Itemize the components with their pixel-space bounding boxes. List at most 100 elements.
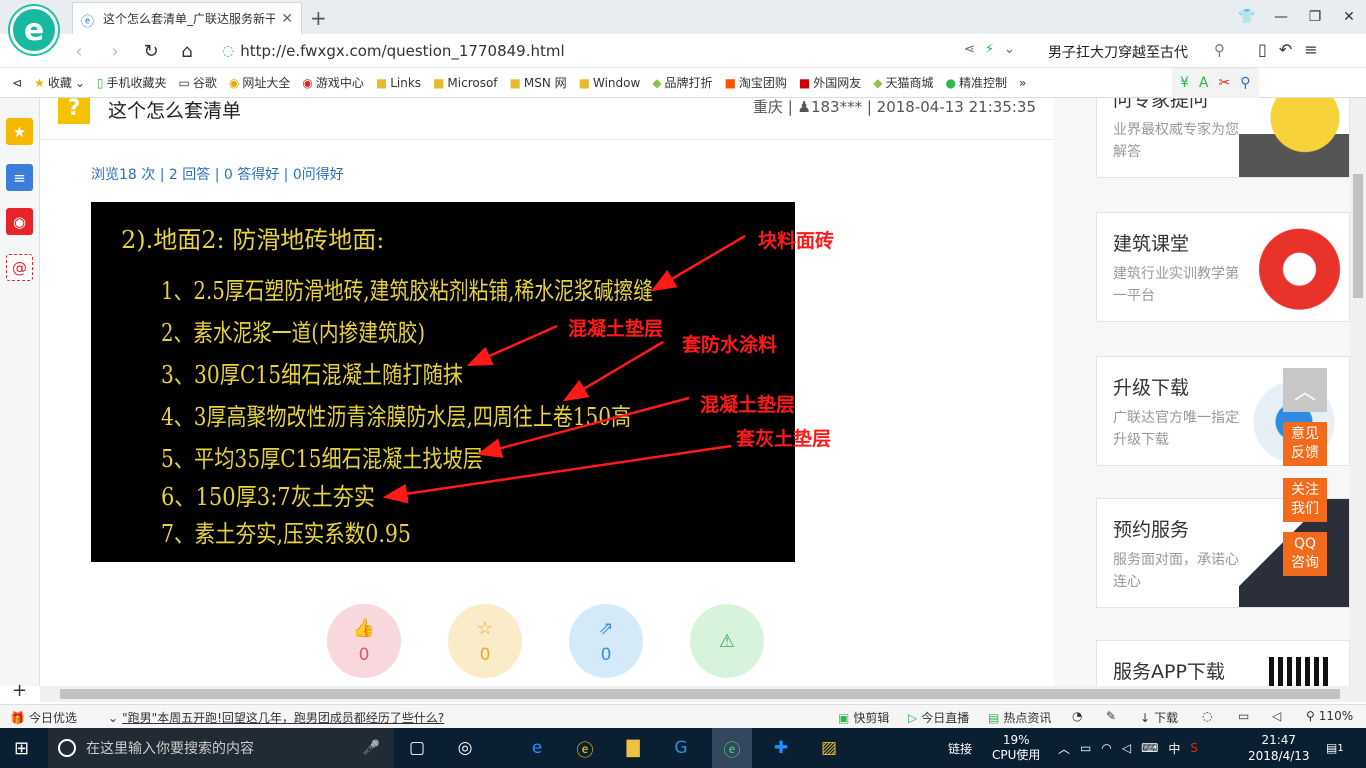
bookmark-item[interactable]: ■ Window [579,76,641,90]
hot-search-text[interactable]: 男子扛大刀穿越至古代 [1048,42,1188,62]
home-button[interactable]: ⌂ [174,38,200,64]
bookmark-item[interactable]: ◆ 天猫商城 [873,74,933,91]
report-button[interactable]: ⚠ [690,604,764,678]
system-tray[interactable]: ︿ ▭ ◠ ◁ ⌨ 中 S [1058,728,1198,768]
zoom-level[interactable]: ⚲ 110% [1306,709,1353,723]
phone-icon[interactable]: ▯ [1258,40,1267,59]
bookmark-item[interactable]: ★ 收藏 ⌄ [34,74,85,91]
screenshot-icon[interactable]: ✂ [1219,75,1231,91]
wrench-icon[interactable]: ✎ [1106,709,1116,723]
undo-icon[interactable]: ↶ [1279,40,1292,59]
task-view-icon[interactable]: ▢ [402,734,432,762]
window-icon[interactable]: ▭ [1238,709,1249,723]
file-explorer-icon[interactable]: ▇ [618,734,648,762]
back-button[interactable]: ‹ [66,38,92,64]
bookmark-item[interactable]: ◉ 游戏中心 [302,74,364,91]
notification-center[interactable]: ▤ 1 [1326,728,1344,768]
browser-app-icon[interactable]: G [666,734,696,762]
active-browser-icon[interactable]: ⓔ [712,728,752,768]
play-icon: ▷ [908,710,918,725]
thumb-up-icon: 👍 [352,617,376,639]
bookmark-item[interactable]: ▯ 手机收藏夹 [97,74,167,91]
search-tool-icon[interactable]: ⚲ [1240,75,1250,91]
app-icon[interactable]: ◎ [450,734,480,762]
qq-consult-button[interactable]: QQ咨询 [1283,532,1327,576]
weibo-icon[interactable]: ◉ [6,208,33,235]
forward-button[interactable]: › [102,38,128,64]
restore-button[interactable]: ❐ [1298,0,1332,34]
new-tab-button[interactable]: + [310,6,327,30]
question-stats[interactable]: 浏览18 次 | 2 回答 | 0 答得好 | 0问得好 [91,164,344,184]
cross-app-icon[interactable]: ✚ [766,734,796,762]
network-label[interactable]: 链接 [948,728,972,768]
bookmark-item[interactable]: ■ 淘宝团购 [725,74,787,91]
edge-icon[interactable]: e [522,734,552,762]
bookmark-item[interactable]: ■ Microsof [433,76,497,90]
drawing-line: 3、30厚C15细石混凝土随打随抹 [161,361,463,389]
today-picks[interactable]: 🎁 今日优选 [10,709,77,726]
minimize-button[interactable]: — [1264,0,1298,34]
skin-icon[interactable]: 👕 [1230,0,1264,34]
share-icon[interactable]: ⋖ [964,42,975,57]
close-tab-icon[interactable]: ✕ [281,11,293,27]
flash-icon[interactable]: ⚡ [985,42,994,57]
refresh-button[interactable]: ↻ [138,38,164,64]
vertical-scrollbar[interactable] [1350,98,1366,686]
annotation-label: 混凝土垫层 [700,394,796,416]
like-button[interactable]: 👍 0 [327,604,401,678]
browser-tab[interactable]: ⓔ 这个怎么套清单_广联达服务新干线 ✕ [72,2,302,34]
add-sidebar-icon[interactable]: + [12,680,27,701]
search-icon[interactable]: ⚲ [1214,41,1225,59]
live-today[interactable]: ▷ 今日直播 [908,709,969,726]
speed-icon[interactable]: ◔ [1072,709,1082,723]
app-download-card[interactable]: 服务APP下载 [1096,640,1350,686]
scroll-thumb[interactable] [1353,174,1363,298]
follow-us-button[interactable]: 关注我们 [1283,478,1327,522]
annotation-label: 混凝土垫层 [568,318,664,340]
notes-app-icon[interactable]: ▨ [814,734,844,762]
translate-icon[interactable]: A [1199,75,1209,91]
windows-start-icon[interactable]: ⊞ [14,738,29,759]
bookmark-item[interactable]: ■ 外国网友 [799,74,861,91]
bookmark-item[interactable]: ◉ 网址大全 [229,74,291,91]
clean-icon[interactable]: ◌ [1202,709,1212,723]
favorite-button[interactable]: ☆ 0 [448,604,522,678]
bookmark-item[interactable]: ◆ 品牌打折 [652,74,712,91]
taskbar-search-box[interactable]: 在这里输入你要搜索的内容 🎤 [48,728,394,768]
horizontal-scrollbar[interactable] [40,686,1366,702]
taobao-icon: ■ [724,75,736,90]
status-bar: 🎁 今日优选 ⌄ "跑男"本周五开跑!回望这几年，跑男团成员都经历了些什么? ▣ 快… [0,704,1366,728]
ie-icon[interactable]: ⓔ [570,734,600,762]
mute-icon[interactable]: ◁ [1272,709,1281,723]
quick-edit[interactable]: ▣ 快剪辑 [838,709,889,726]
hot-news[interactable]: ▤ 热点资讯 [988,709,1051,726]
url-field[interactable]: ◌ http://e.fwxgx.com/question_1770849.ht… [222,40,962,62]
cpu-usage[interactable]: 19% CPU使用 [992,728,1040,768]
feedback-button[interactable]: 意见反馈 [1283,422,1327,466]
question-image[interactable]: 2).地面2: 防滑地砖地面: 1、2.5厚石塑防滑地砖,建筑胶粘剂粘铺,稀水泥… [91,202,795,562]
download-status[interactable]: ↓ 下载 [1140,709,1178,726]
clock[interactable]: 21:47 2018/4/13 [1248,728,1310,768]
email-icon[interactable]: @ [6,254,33,281]
bookmark-item[interactable]: ▭ 谷歌 [179,74,217,91]
more-bookmarks-icon[interactable]: » [1019,76,1026,90]
bookmark-item[interactable]: ● 精准控制 [946,74,1008,91]
ask-expert-card[interactable]: 问专家提问 业界最权威专家为您解答 [1096,98,1350,178]
chevron-down-icon[interactable]: ⌄ [1004,42,1015,57]
reading-list-icon[interactable]: ≡ [6,164,33,191]
bookmark-item[interactable]: ■ Links [376,76,421,90]
sidebar-toggle-icon[interactable]: ⊲ [12,76,22,90]
tab-title: 这个怎么套清单_广联达服务新干线 [103,12,276,26]
close-window-button[interactable]: ✕ [1332,0,1366,34]
favorites-star-icon[interactable]: ★ [6,118,33,145]
scroll-thumb[interactable] [60,689,1340,699]
drawing-line: 4、3厚高聚物改性沥青涂膜防水层,四周往上卷150高 [161,403,631,431]
money-icon[interactable]: ¥ [1180,75,1189,91]
building-class-card[interactable]: 建筑课堂 建筑行业实训教学第一平台 [1096,212,1350,322]
bookmark-item[interactable]: ■ MSN 网 [510,74,567,91]
news-ticker[interactable]: ⌄ "跑男"本周五开跑!回望这几年，跑男团成员都经历了些什么? [108,709,444,726]
share-button[interactable]: ⇗ 0 [569,604,643,678]
back-to-top-button[interactable]: ︿ [1283,368,1327,412]
browser-logo-icon[interactable]: e [10,6,58,54]
menu-icon[interactable]: ≡ [1304,40,1317,59]
